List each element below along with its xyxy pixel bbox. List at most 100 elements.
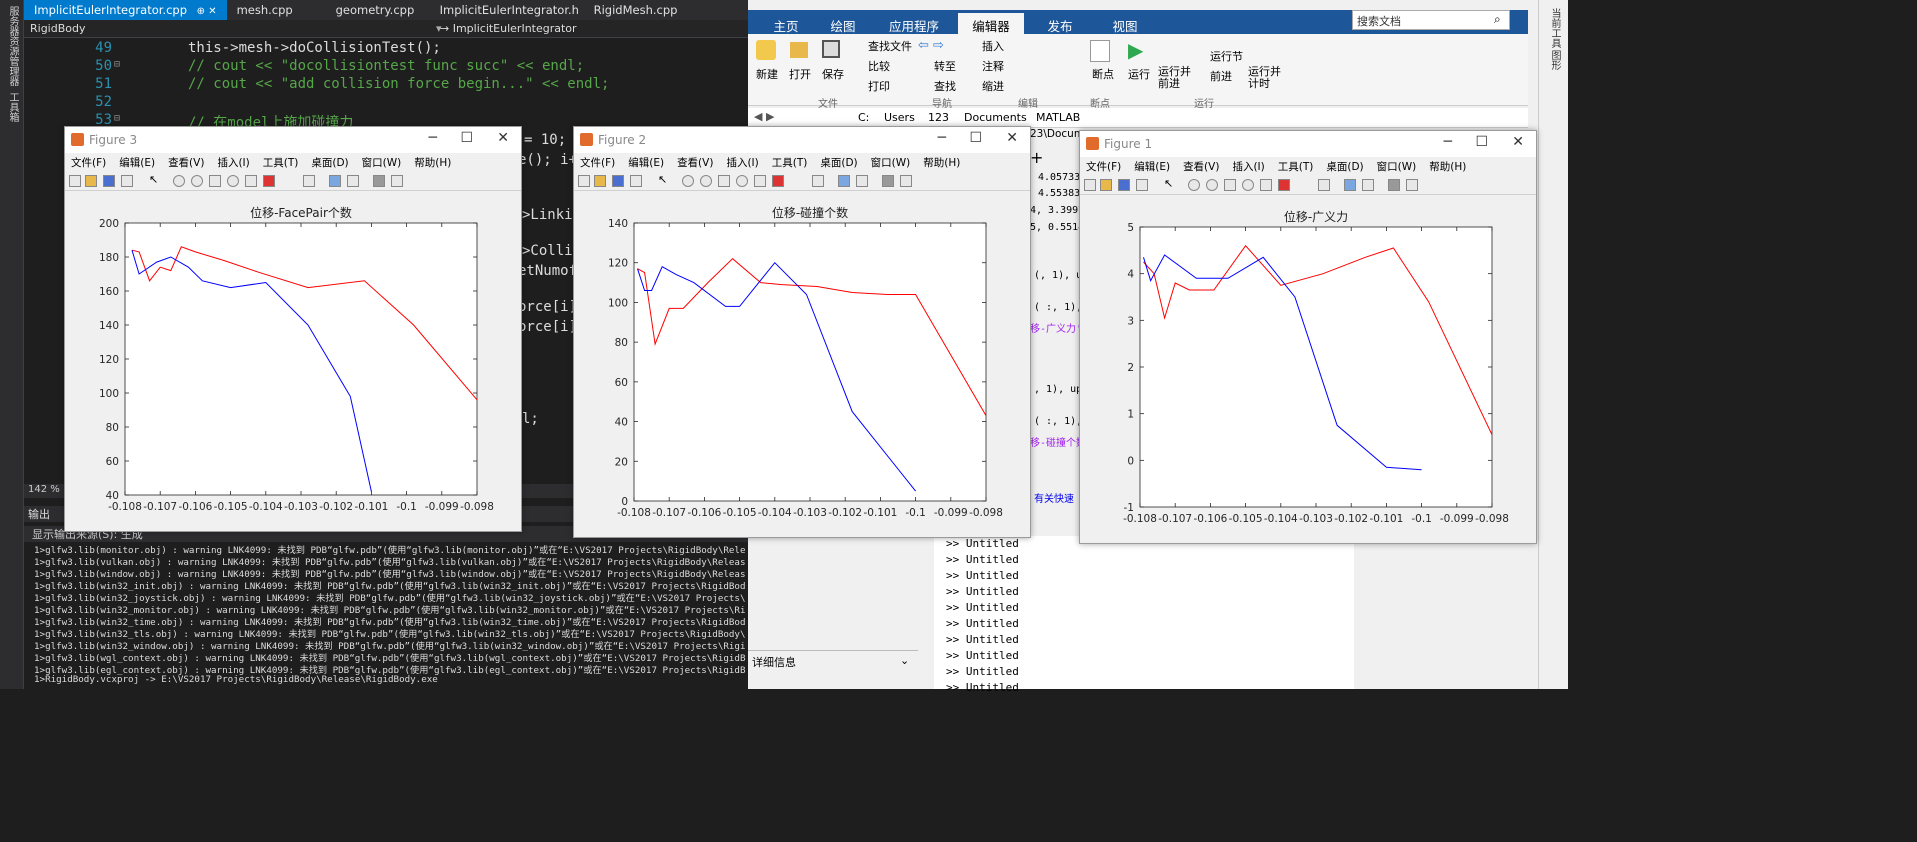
tab-view[interactable]: 视图 [1094,13,1156,34]
help-link[interactable]: 有关快速 [1034,490,1074,505]
graphics-tab[interactable]: 图形 [1547,50,1562,70]
back-forward-icon[interactable]: ⇦ ⇨ [918,38,944,53]
menu-file[interactable]: 文件(F) [71,157,106,169]
show-plot-tools-icon[interactable] [900,175,912,187]
new-figure-icon[interactable] [1084,179,1096,191]
legend-icon[interactable] [347,175,359,187]
minimize-button[interactable]: ─ [1444,134,1452,150]
menu-tools[interactable]: 工具(T) [263,157,299,169]
zoom-out-icon[interactable] [700,175,712,187]
path-segment[interactable]: C: [858,111,869,124]
menu-tools[interactable]: 工具(T) [772,157,808,169]
history-line[interactable]: >> Untitled [946,617,1019,630]
menu-desktop[interactable]: 桌面(D) [311,157,348,169]
history-line[interactable]: >> Untitled [946,633,1019,646]
compare-button[interactable]: 比较 [868,58,890,74]
breakpoints-button[interactable]: 断点 [1092,66,1114,82]
zoom-in-icon[interactable] [1188,179,1200,191]
find-files-button[interactable]: 查找文件 [868,38,912,54]
save-icon[interactable] [103,175,115,187]
colorbar-icon[interactable] [838,175,850,187]
tab-rigidmesh-cpp[interactable]: RigidMesh.cpp [584,0,688,20]
search-icon[interactable]: ⌕ [1494,12,1501,27]
run-button[interactable]: 运行 [1128,66,1150,82]
open-folder-icon[interactable] [790,42,808,58]
print-button[interactable]: 打印 [868,78,890,94]
menu-desktop[interactable]: 桌面(D) [820,157,857,169]
search-docs-input[interactable]: 搜索文档 [1352,10,1510,30]
brush-icon[interactable] [1278,179,1290,191]
history-line[interactable]: >> Untitled [946,665,1019,678]
pan-icon[interactable] [718,175,730,187]
menu-insert[interactable]: 插入(I) [1232,161,1264,173]
data-cursor-icon[interactable] [1260,179,1272,191]
menu-view[interactable]: 查看(V) [1183,161,1219,173]
pan-icon[interactable] [1224,179,1236,191]
tab-apps[interactable]: 应用程序 [872,13,956,34]
zoom-in-icon[interactable] [173,175,185,187]
print-icon[interactable] [121,175,133,187]
hide-plot-tools-icon[interactable] [1388,179,1400,191]
data-cursor-icon[interactable] [245,175,257,187]
hide-plot-tools-icon[interactable] [882,175,894,187]
menu-help[interactable]: 帮助(H) [414,157,451,169]
history-line[interactable]: >> Untitled [946,569,1019,582]
legend-icon[interactable] [1362,179,1374,191]
path-segment[interactable]: Documents [964,111,1027,124]
save-icon[interactable] [612,175,624,187]
open-icon[interactable] [85,175,97,187]
member-dropdown[interactable]: → ImplicitEulerIntegrator [440,22,577,35]
menu-window[interactable]: 窗口(W) [871,157,911,169]
close-button[interactable]: ✕ [1512,134,1524,150]
maximize-button[interactable]: ☐ [460,130,473,146]
figure-title-bar[interactable]: Figure 1 ─ ☐ ✕ [1080,131,1536,157]
rotate-icon[interactable] [1242,179,1254,191]
zoom-in-icon[interactable] [682,175,694,187]
menu-edit[interactable]: 编辑(E) [628,157,664,169]
print-icon[interactable] [630,175,642,187]
pointer-icon[interactable]: ↖ [149,173,161,186]
rotate-icon[interactable] [227,175,239,187]
new-figure-icon[interactable] [69,175,81,187]
history-line[interactable]: >> Untitled [946,585,1019,598]
zoom-out-icon[interactable] [1206,179,1218,191]
goto-button[interactable]: 转至 [934,58,956,74]
new-figure-icon[interactable] [578,175,590,187]
collapse-icon[interactable]: ⊟ [114,113,120,124]
open-button[interactable]: 打开 [789,66,811,82]
history-line[interactable]: >> Untitled [946,649,1019,662]
new-button[interactable]: 新建 [756,66,778,82]
tab-geometry-cpp[interactable]: geometry.cpp [316,0,426,20]
figure-title-bar[interactable]: Figure 2 ─ ☐ ✕ [574,127,1030,153]
chevron-down-icon[interactable]: ⌄ [900,654,909,667]
menu-window[interactable]: 窗口(W) [1377,161,1417,173]
tab-editor[interactable]: 编辑器 [958,13,1024,34]
show-plot-tools-icon[interactable] [391,175,403,187]
current-tool-tab[interactable]: 当前工具 [1547,8,1562,48]
menu-help[interactable]: 帮助(H) [923,157,960,169]
nav-arrows-icon[interactable]: ◀ ▶ [754,110,774,123]
data-cursor-icon[interactable] [754,175,766,187]
toolbox-tab[interactable]: 工具箱 [5,92,20,122]
history-line[interactable]: >> Untitled [946,601,1019,614]
path-segment[interactable]: 123 [928,111,949,124]
brush-icon[interactable] [772,175,784,187]
close-button[interactable]: ✕ [1006,130,1018,146]
open-icon[interactable] [1100,179,1112,191]
menu-desktop[interactable]: 桌面(D) [1326,161,1363,173]
indent-button[interactable]: 缩进 [982,78,1004,94]
menu-view[interactable]: 查看(V) [168,157,204,169]
tab-mesh-cpp[interactable]: mesh.cpp [227,0,316,20]
minimize-button[interactable]: ─ [938,130,946,146]
tab-plots[interactable]: 绘图 [814,13,872,34]
breakpoints-icon[interactable] [1090,40,1110,62]
run-advance-button[interactable]: 运行并 前进 [1158,66,1191,90]
link-plot-icon[interactable] [812,175,824,187]
save-icon[interactable] [822,40,840,58]
menu-view[interactable]: 查看(V) [677,157,713,169]
tab-publish[interactable]: 发布 [1026,13,1094,34]
maximize-button[interactable]: ☐ [1475,134,1488,150]
legend-icon[interactable] [856,175,868,187]
pointer-icon[interactable]: ↖ [658,173,670,186]
close-button[interactable]: ✕ [497,130,509,146]
